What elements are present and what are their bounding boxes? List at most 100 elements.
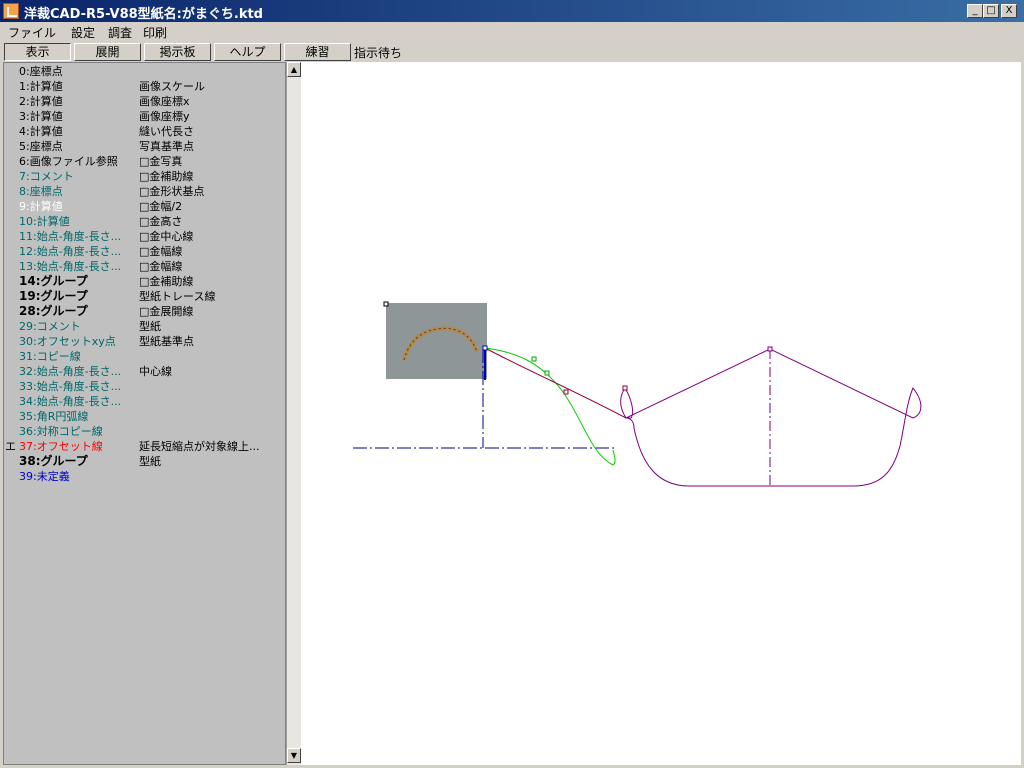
item-name: 10:計算値 <box>19 215 70 228</box>
item-comment: 画像座標x <box>139 95 190 108</box>
board-button[interactable]: 掲示板 <box>144 43 211 61</box>
item-name: 30:オフセットxy点 <box>19 335 116 348</box>
app-icon[interactable] <box>3 3 19 19</box>
item-comment: □金幅線 <box>139 245 183 258</box>
list-item[interactable]: 4:計算値 縫い代長さ <box>4 124 284 139</box>
item-name: 2:計算値 <box>19 95 63 108</box>
list-item[interactable]: 19:グループ 型紙トレース線 <box>4 289 284 304</box>
item-name: 9:計算値 <box>19 200 63 213</box>
list-scrollbar[interactable]: ▲ ▼ <box>286 62 301 765</box>
menu-bar: ファイル 設定 調査 印刷 <box>0 22 1024 41</box>
list-item[interactable]: 33:始点-角度-長さ... <box>4 379 284 394</box>
item-comment: 画像座標y <box>139 110 190 123</box>
pattern-outline[interactable] <box>620 348 922 487</box>
photo-thumbnail[interactable] <box>383 301 487 379</box>
window-title: 洋裁CAD-R5-V88型紙名:がまぐち.ktd <box>24 7 263 22</box>
list-item[interactable]: 6:画像ファイル参照 □金写真 <box>4 154 284 169</box>
item-comment: □金形状基点 <box>139 185 205 198</box>
practice-button[interactable]: 練習 <box>284 43 351 61</box>
scroll-up-button[interactable]: ▲ <box>287 62 301 77</box>
list-item[interactable]: 2:計算値 画像座標x <box>4 94 284 109</box>
item-comment: 型紙 <box>139 320 161 333</box>
item-name: 8:座標点 <box>19 185 63 198</box>
item-name: 29:コメント <box>19 320 81 333</box>
item-name: 38:グループ <box>19 454 88 468</box>
item-comment: 型紙 <box>139 455 161 468</box>
list-item[interactable]: 29:コメント 型紙 <box>4 319 284 334</box>
item-name: 14:グループ <box>19 274 88 288</box>
list-item[interactable]: 34:始点-角度-長さ... <box>4 394 284 409</box>
list-item[interactable]: 38:グループ 型紙 <box>4 454 284 469</box>
list-item[interactable]: 11:始点-角度-長さ... □金中心線 <box>4 229 284 244</box>
list-item[interactable]: 13:始点-角度-長さ... □金幅線 <box>4 259 284 274</box>
menu-inspect[interactable]: 調査 <box>108 24 132 41</box>
item-name: 31:コピー線 <box>19 350 81 363</box>
close-button[interactable]: X <box>1001 4 1017 18</box>
item-comment: 型紙トレース線 <box>139 290 216 303</box>
drawing-canvas[interactable] <box>301 62 1021 765</box>
item-comment: 中心線 <box>139 365 172 378</box>
menu-settings[interactable]: 設定 <box>71 24 95 41</box>
list-item[interactable]: 36:対称コピー線 <box>4 424 284 439</box>
item-name: 5:座標点 <box>19 140 63 153</box>
red-offset-line[interactable] <box>484 347 627 419</box>
item-comment: 画像スケール <box>139 80 205 93</box>
item-comment: □金補助線 <box>139 170 194 183</box>
item-name: 0:座標点 <box>19 65 63 78</box>
item-name: 4:計算値 <box>19 125 63 138</box>
list-item[interactable]: 8:座標点 □金形状基点 <box>4 184 284 199</box>
pattern-drawing[interactable] <box>301 62 1021 765</box>
list-item[interactable]: 31:コピー線 <box>4 349 284 364</box>
view-button[interactable]: 表示 <box>4 43 71 61</box>
title-bar: 洋裁CAD-R5-V88型紙名:がまぐち.ktd _ □ X <box>0 0 1024 22</box>
list-item[interactable]: 7:コメント □金補助線 <box>4 169 284 184</box>
menu-file[interactable]: ファイル <box>8 24 56 41</box>
item-comment: □金高さ <box>139 215 183 228</box>
item-comment: □金幅線 <box>139 260 183 273</box>
list-item[interactable]: 30:オフセットxy点 型紙基準点 <box>4 334 284 349</box>
list-item[interactable]: 28:グループ □金展開線 <box>4 304 284 319</box>
item-name: 3:計算値 <box>19 110 63 123</box>
list-item[interactable]: 9:計算値 □金幅/2 <box>4 199 284 214</box>
item-name: 13:始点-角度-長さ... <box>19 260 122 273</box>
item-name: 32:始点-角度-長さ... <box>19 365 122 378</box>
list-item[interactable]: 35:角R円弧線 <box>4 409 284 424</box>
list-item[interactable]: 32:始点-角度-長さ... 中心線 <box>4 364 284 379</box>
list-item[interactable]: 0:座標点 <box>4 64 284 79</box>
scroll-down-button[interactable]: ▼ <box>287 748 301 763</box>
minimize-button[interactable]: _ <box>967 4 983 18</box>
list-item[interactable]: 39:未定義 <box>4 469 284 484</box>
list-item[interactable]: 14:グループ □金補助線 <box>4 274 284 289</box>
item-name: 6:画像ファイル参照 <box>19 155 118 168</box>
maximize-button[interactable]: □ <box>983 4 999 18</box>
list-item[interactable]: 5:座標点 写真基準点 <box>4 139 284 154</box>
expand-button[interactable]: 展開 <box>74 43 141 61</box>
item-comment: 写真基準点 <box>139 140 194 153</box>
item-name: 28:グループ <box>19 304 88 318</box>
item-list[interactable]: 0:座標点 1:計算値 画像スケール 2:計算値 画像座標x 3:計算値 画像座標y 4:計算… <box>3 62 286 765</box>
item-name: 11:始点-角度-長さ... <box>19 230 122 243</box>
item-name: 12:始点-角度-長さ... <box>19 245 122 258</box>
item-name: 34:始点-角度-長さ... <box>19 395 122 408</box>
item-name: 1:計算値 <box>19 80 63 93</box>
list-item[interactable]: 1:計算値 画像スケール <box>4 79 284 94</box>
item-comment: 延長短縮点が対象線上... <box>139 440 260 453</box>
item-comment: □金展開線 <box>139 305 194 318</box>
item-name: 19:グループ <box>19 289 88 303</box>
status-text: 指示待ち <box>354 46 403 60</box>
help-button[interactable]: ヘルプ <box>214 43 281 61</box>
item-comment: □金幅/2 <box>139 200 183 213</box>
item-comment: □金補助線 <box>139 275 194 288</box>
item-comment: 縫い代長さ <box>139 125 194 138</box>
item-comment: 型紙基準点 <box>139 335 194 348</box>
list-item[interactable]: エ 37:オフセット線 延長短縮点が対象線上... <box>4 439 284 454</box>
menu-print[interactable]: 印刷 <box>143 24 167 41</box>
list-item[interactable]: 3:計算値 画像座標y <box>4 109 284 124</box>
green-trace-curve[interactable] <box>484 347 616 466</box>
list-item[interactable]: 10:計算値 □金高さ <box>4 214 284 229</box>
item-name: 39:未定義 <box>19 470 70 483</box>
control-points[interactable] <box>482 345 773 395</box>
item-name: 35:角R円弧線 <box>19 410 89 423</box>
item-comment: □金写真 <box>139 155 183 168</box>
list-item[interactable]: 12:始点-角度-長さ... □金幅線 <box>4 244 284 259</box>
